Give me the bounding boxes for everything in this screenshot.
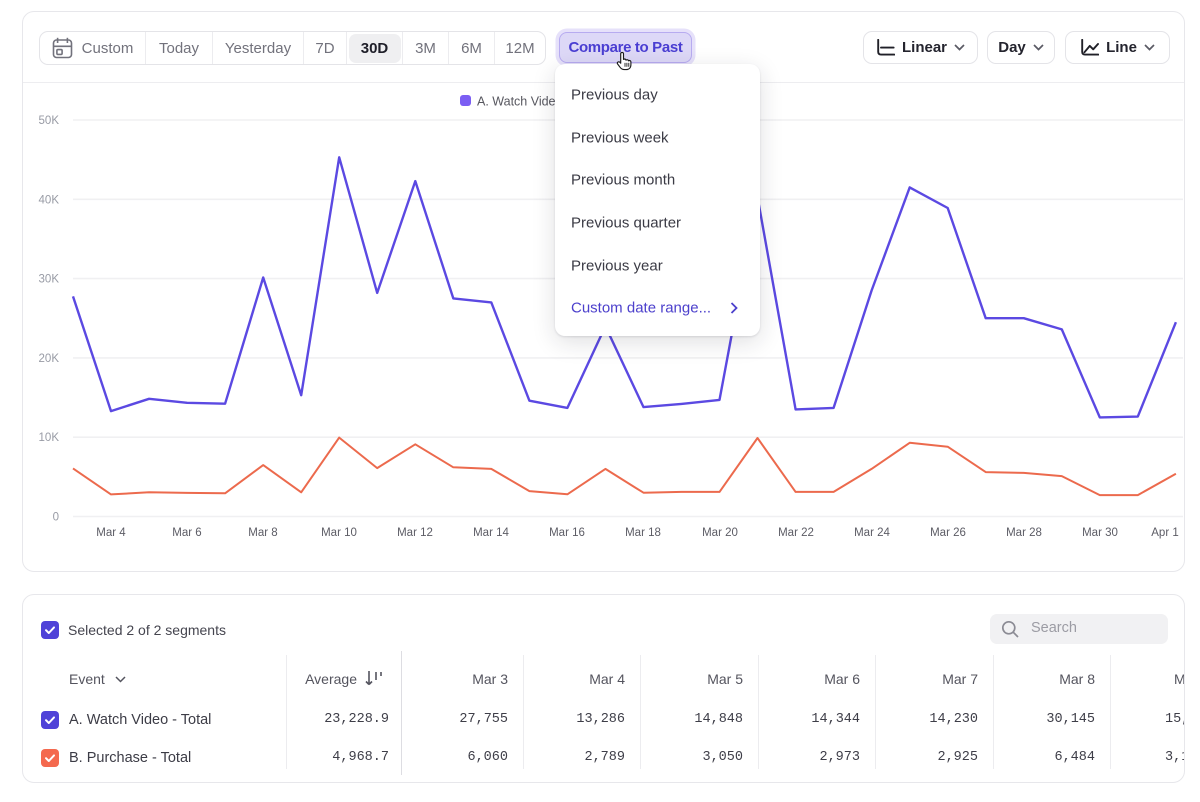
svg-text:Mar 30: Mar 30 (1082, 527, 1118, 539)
svg-text:20K: 20K (39, 353, 60, 365)
svg-text:Mar 28: Mar 28 (1006, 527, 1042, 539)
svg-text:Mar 26: Mar 26 (930, 527, 966, 539)
svg-text:Mar 8: Mar 8 (248, 527, 277, 539)
svg-text:Mar 18: Mar 18 (625, 527, 661, 539)
svg-text:Mar 6: Mar 6 (172, 527, 201, 539)
svg-text:40K: 40K (39, 194, 60, 206)
svg-text:Apr 1: Apr 1 (1151, 527, 1179, 539)
svg-text:Mar 14: Mar 14 (473, 527, 509, 539)
svg-text:Mar 4: Mar 4 (96, 527, 126, 539)
svg-text:Mar 12: Mar 12 (397, 527, 433, 539)
svg-text:0: 0 (53, 512, 59, 524)
svg-text:50K: 50K (39, 115, 60, 127)
svg-text:10K: 10K (39, 432, 60, 444)
svg-text:Mar 20: Mar 20 (702, 527, 738, 539)
svg-text:30K: 30K (39, 274, 60, 286)
svg-text:Mar 10: Mar 10 (321, 527, 357, 539)
svg-text:Mar 24: Mar 24 (854, 527, 890, 539)
svg-text:Mar 16: Mar 16 (549, 527, 585, 539)
svg-text:Mar 22: Mar 22 (778, 527, 814, 539)
